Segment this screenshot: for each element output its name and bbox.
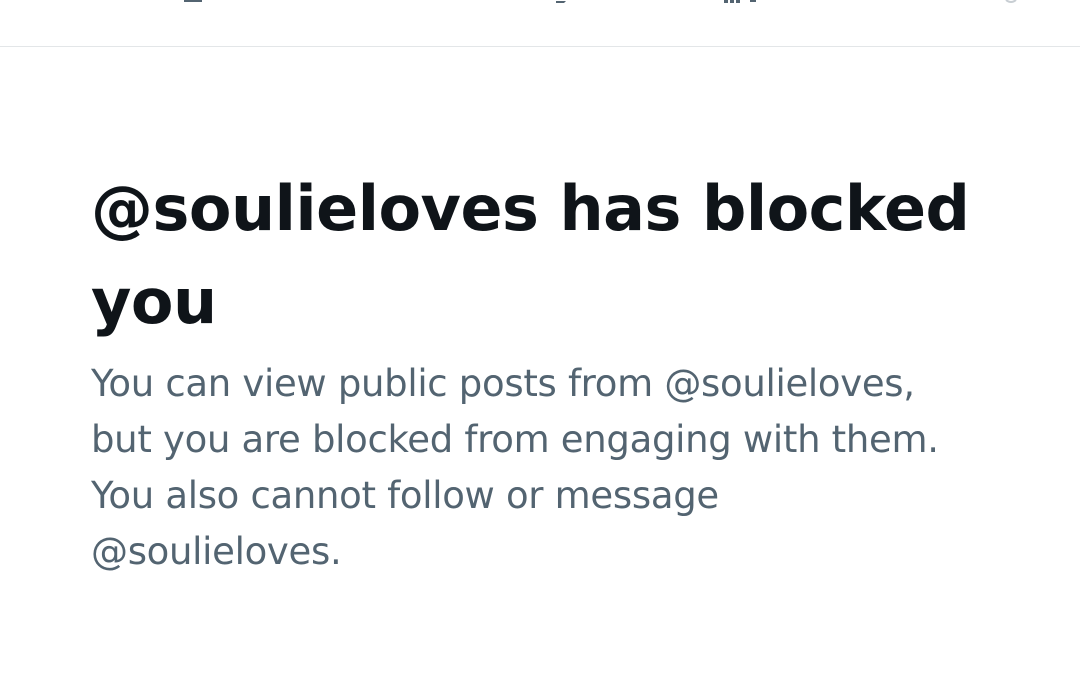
blocked-profile-page: @soulieloves has blocked you You can vie… — [0, 0, 1080, 679]
blocked-description: You can view public posts from @soulielo… — [91, 362, 939, 573]
top-action-bar — [0, 0, 1080, 47]
bookmark-star-icon[interactable] — [906, 0, 928, 4]
repost-icon[interactable] — [552, 0, 574, 4]
blocked-headline: @soulieloves has blocked you — [91, 172, 970, 338]
reply-icon[interactable] — [182, 0, 204, 4]
blocked-notice: @soulieloves has blocked you You can vie… — [91, 162, 1011, 580]
stats-icon[interactable] — [722, 0, 756, 4]
settings-icon[interactable] — [1000, 0, 1022, 4]
